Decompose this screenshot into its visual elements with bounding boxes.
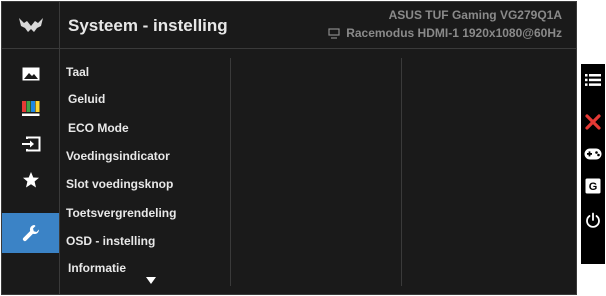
- column-divider: [230, 58, 231, 286]
- image-icon: [22, 67, 39, 81]
- menu-item-information[interactable]: Informatie: [68, 261, 126, 275]
- menu-item-power-indicator[interactable]: Voedingsindicator: [66, 149, 170, 163]
- gamepad-icon: [584, 148, 602, 160]
- gamevisual-key[interactable]: [581, 142, 605, 166]
- menu-item-sound[interactable]: Geluid: [68, 92, 105, 106]
- menu-item-eco-mode[interactable]: ECO Mode: [68, 121, 129, 135]
- menu-item-key-lock[interactable]: Toetsvergrendeling: [66, 206, 176, 220]
- gameplus-label: G: [589, 181, 598, 193]
- menu-item-language[interactable]: Taal: [66, 65, 89, 79]
- column-divider: [401, 58, 402, 286]
- sidebar: [2, 49, 60, 294]
- star-icon: [22, 172, 39, 188]
- menu-item-osd-setup[interactable]: OSD - instelling: [66, 234, 155, 248]
- sidebar-item-color[interactable]: [2, 91, 59, 125]
- input-select-icon: [21, 136, 40, 152]
- settings-menu: Taal Geluid ECO Mode Voedingsindicator S…: [60, 49, 230, 294]
- header-bar: Systeem - instelling ASUS TUF Gaming VG2…: [2, 2, 576, 49]
- signal-status: Racemodus HDMI-1 1920x1080@60Hz: [346, 26, 562, 40]
- wrench-icon: [22, 224, 39, 242]
- menu-item-power-key-lock[interactable]: Slot voedingsknop: [66, 177, 173, 191]
- gameplus-icon: G: [585, 178, 601, 194]
- status-line: Racemodus HDMI-1 1920x1080@60Hz: [328, 26, 562, 40]
- menu-key[interactable]: [581, 68, 605, 92]
- osd-window: Systeem - instelling ASUS TUF Gaming VG2…: [1, 1, 577, 295]
- color-bars-icon: [21, 100, 39, 116]
- hotkey-bar: G: [581, 64, 605, 264]
- power-key[interactable]: [581, 208, 605, 232]
- tuf-logo-icon: [18, 18, 43, 32]
- tuf-logo: [2, 2, 60, 48]
- sidebar-item-system[interactable]: [2, 213, 59, 253]
- sidebar-item-favorite[interactable]: [2, 163, 59, 197]
- close-key[interactable]: [581, 110, 605, 134]
- model-name: ASUS TUF Gaming VG279Q1A: [388, 8, 562, 22]
- monitor-icon: [328, 27, 340, 39]
- page-title: Systeem - instelling: [68, 16, 228, 35]
- gameplus-key[interactable]: G: [581, 174, 605, 198]
- sidebar-item-input[interactable]: [2, 127, 59, 161]
- scroll-down-icon[interactable]: [146, 277, 156, 284]
- close-icon: [585, 114, 601, 130]
- power-icon: [586, 212, 600, 228]
- sidebar-item-image[interactable]: [2, 57, 59, 91]
- menu-icon: [585, 74, 601, 86]
